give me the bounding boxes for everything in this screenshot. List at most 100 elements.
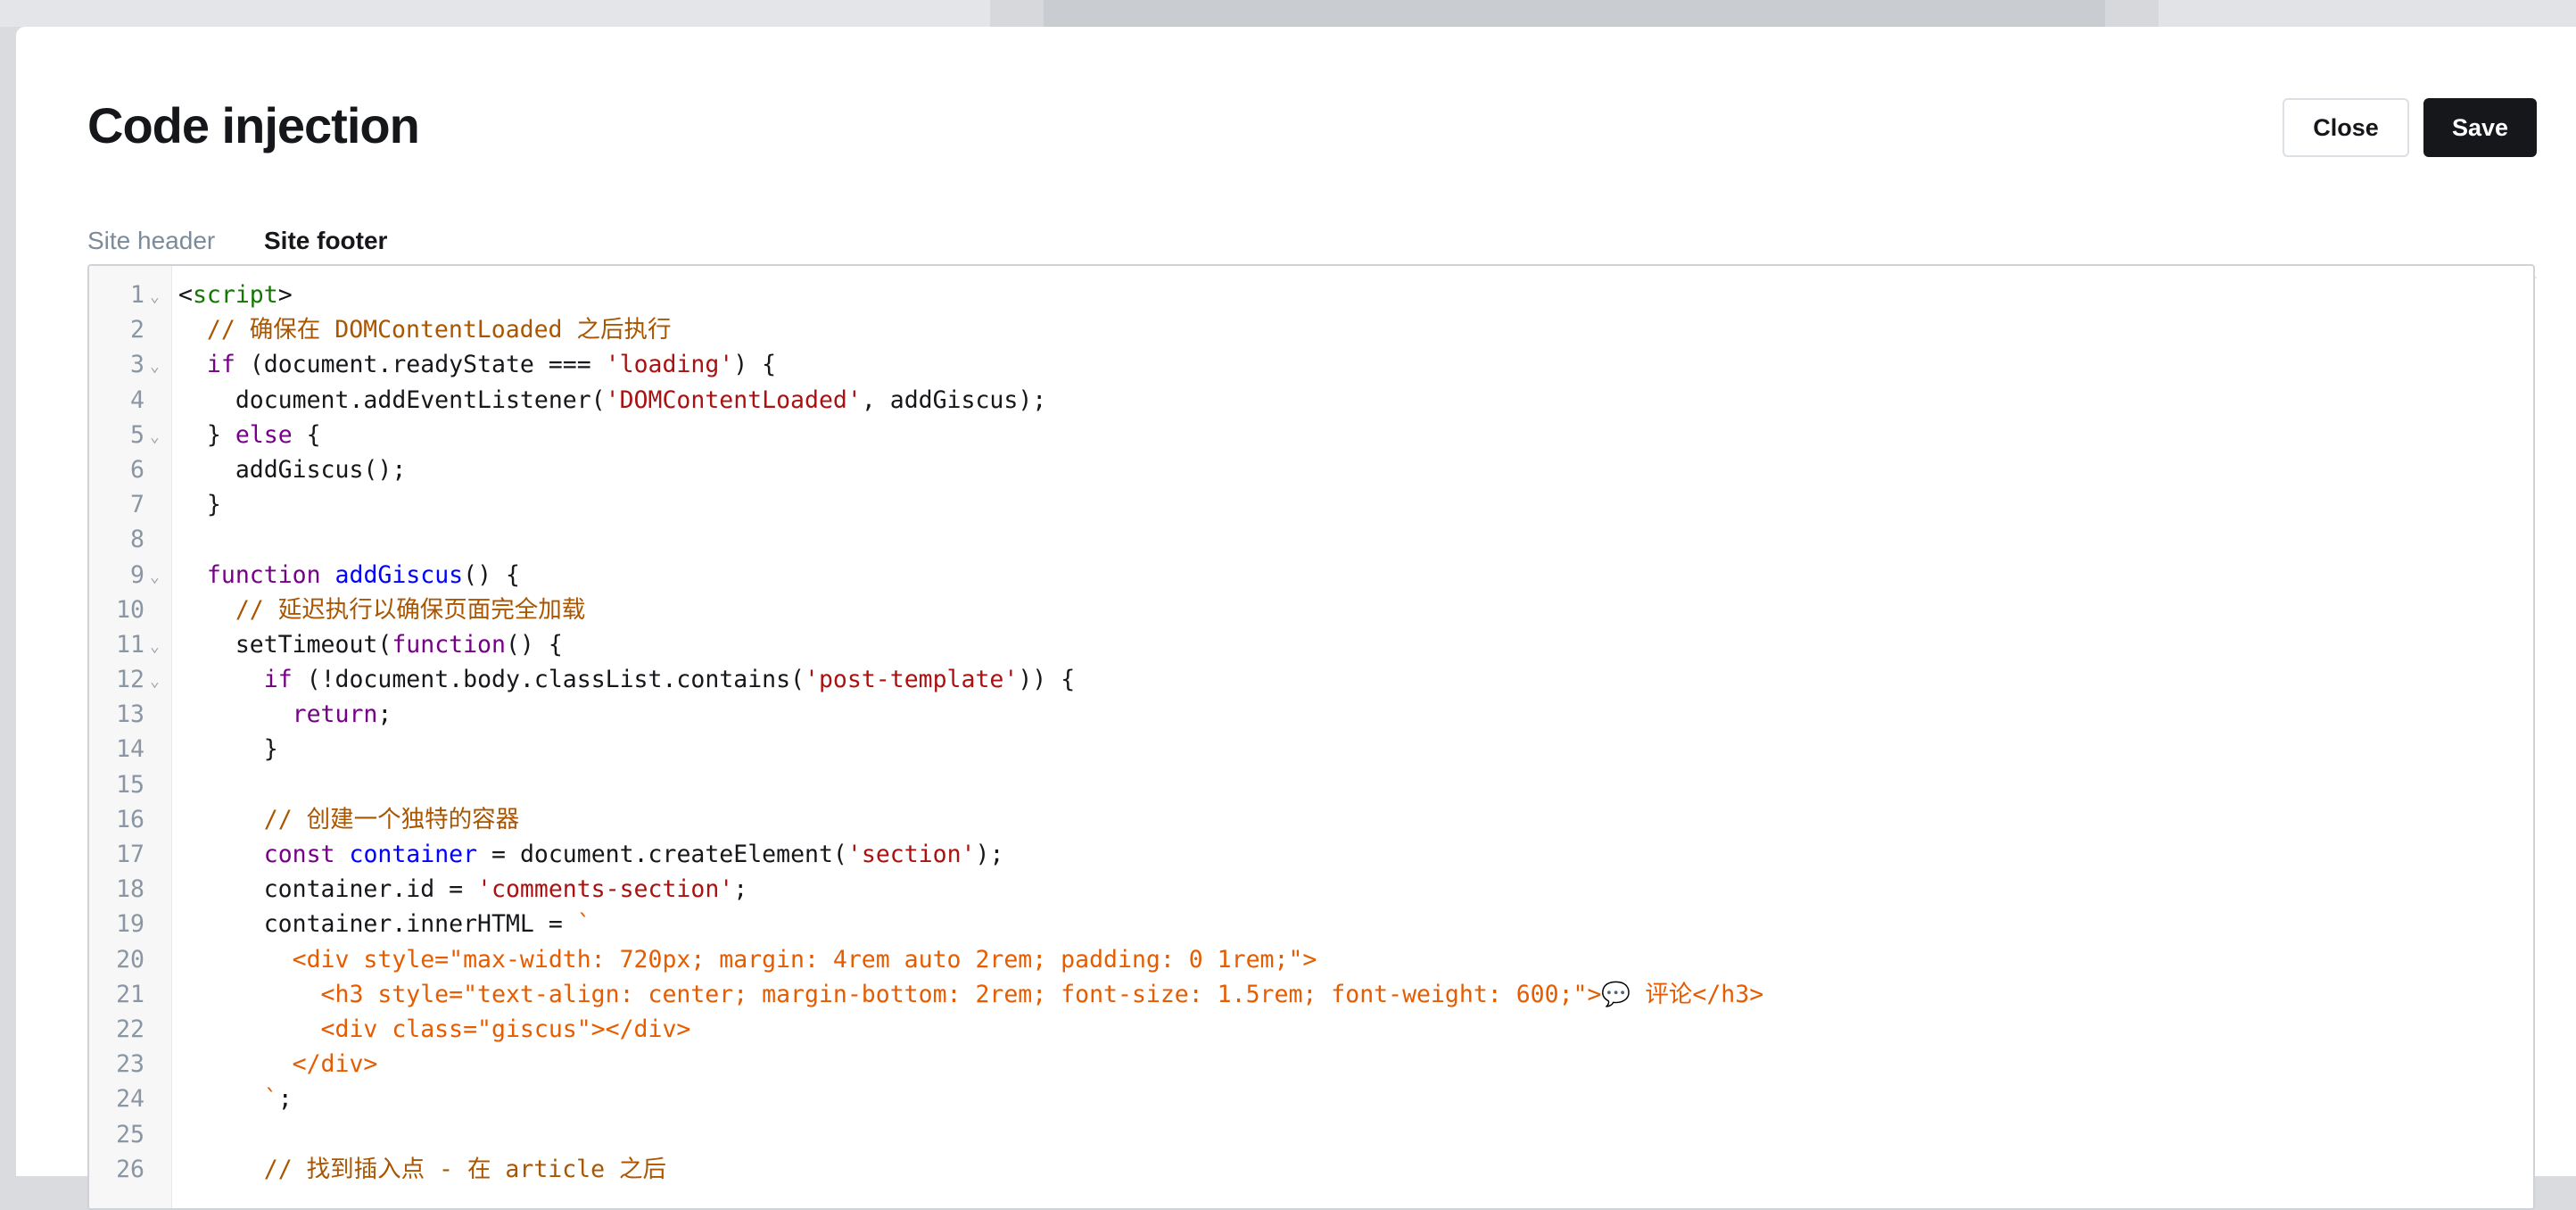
code-token: }: [178, 491, 221, 519]
backdrop-panel: [0, 0, 990, 27]
code-token: ;: [277, 1085, 293, 1114]
code-token: if: [263, 666, 293, 694]
line-number: 14: [116, 735, 144, 764]
code-line: 11 ⌄ setTimeout(function() {: [89, 627, 2533, 662]
code-text: if (document.readyState === 'loading') {: [178, 347, 776, 382]
code-token: `: [576, 910, 591, 939]
code-token: `: [178, 1085, 278, 1114]
code-line: 19 container.innerHTML = `: [89, 907, 2533, 941]
line-number: 8: [130, 526, 144, 554]
code-token: setTimeout(: [178, 630, 392, 659]
code-token: <: [178, 281, 193, 309]
code-line: 1 ⌄ <script>: [89, 278, 2533, 312]
code-token: >: [277, 281, 293, 309]
code-token: (!document.body.classList.contains(: [292, 666, 805, 694]
fold-chevron-icon[interactable]: ⌄: [150, 349, 160, 384]
code-line: 21 <h3 style="text-align: center; margin…: [89, 977, 2533, 1012]
code-line: 6 addGiscus();: [89, 452, 2533, 487]
code-text: <div style="max-width: 720px; margin: 4r…: [178, 942, 1317, 977]
code-text: if (!document.body.classList.contains('p…: [178, 662, 1075, 697]
code-token: container.innerHTML =: [178, 910, 577, 939]
code-line: 7 }: [89, 487, 2533, 522]
line-number: 7: [130, 491, 144, 519]
code-text: document.addEventListener('DOMContentLoa…: [178, 383, 1046, 418]
line-number: 13: [116, 700, 144, 729]
code-text: `;: [178, 1082, 293, 1116]
code-text: <script>: [178, 278, 293, 312]
code-text: setTimeout(function() {: [178, 627, 563, 662]
code-token: <div style="max-width: 720px; margin: 4r…: [178, 945, 1317, 974]
code-line: 17 const container = document.createElem…: [89, 837, 2533, 872]
code-token: ) {: [733, 351, 777, 379]
code-text: // 确保在 DOMContentLoaded 之后执行: [178, 312, 672, 347]
line-number: 1: [130, 281, 144, 309]
backdrop-panel: [1044, 0, 2105, 27]
code-line: 23 </div>: [89, 1047, 2533, 1082]
code-token: = document.createElement(: [477, 841, 847, 868]
line-number: 3: [130, 351, 144, 379]
code-text: const container = document.createElement…: [178, 837, 1004, 872]
code-line: 12 ⌄ if (!document.body.classList.contain…: [89, 662, 2533, 697]
code-token: , addGiscus);: [861, 385, 1047, 414]
line-number: 21: [116, 980, 144, 1008]
backdrop-panel: [2159, 0, 2576, 27]
code-token: function: [392, 630, 506, 659]
line-number: 25: [116, 1120, 144, 1148]
line-number: 11: [116, 630, 144, 659]
code-line: 2 // 确保在 DOMContentLoaded 之后执行: [89, 312, 2533, 347]
fold-chevron-icon[interactable]: ⌄: [150, 419, 160, 454]
code-token: // 找到插入点 - 在 article 之后: [263, 1155, 667, 1183]
code-text: }: [178, 732, 278, 767]
line-number: 6: [130, 455, 144, 484]
code-line: 3 ⌄ if (document.readyState === 'loading'…: [89, 347, 2533, 382]
code-text: // 创建一个独特的容器: [178, 802, 519, 837]
code-token: (document.readyState ===: [235, 351, 606, 379]
line-number: 2: [130, 316, 144, 344]
code-line: 22 <div class="giscus"></div>: [89, 1012, 2533, 1047]
code-editor[interactable]: 1 ⌄ <script> 2 // 确保在 DOMContentLoaded 之后执行…: [87, 264, 2535, 1210]
line-number: 10: [116, 595, 144, 624]
code-token: else: [235, 420, 293, 449]
code-lines: 1 ⌄ <script> 2 // 确保在 DOMContentLoaded 之后执行…: [89, 278, 2533, 1187]
code-token: {: [292, 420, 321, 449]
code-line: 18 container.id = 'comments-section';: [89, 872, 2533, 907]
code-token: );: [975, 841, 1004, 868]
line-number: 26: [116, 1155, 144, 1183]
code-token: 'post-template': [805, 666, 1019, 694]
code-text: </div>: [178, 1047, 378, 1082]
code-token: // 创建一个独特的容器: [263, 805, 520, 833]
code-text: } else {: [178, 418, 321, 452]
line-number: 24: [116, 1085, 144, 1114]
line-number: 19: [116, 910, 144, 939]
code-text: function addGiscus() {: [178, 558, 520, 593]
code-line: 4 document.addEventListener('DOMContentL…: [89, 383, 2533, 418]
fold-chevron-icon[interactable]: ⌄: [150, 559, 160, 594]
code-line: 9 ⌄ function addGiscus() {: [89, 558, 2533, 593]
save-button[interactable]: Save: [2423, 98, 2537, 157]
code-token: () {: [463, 560, 520, 589]
code-token: script: [192, 281, 278, 309]
close-button[interactable]: Close: [2283, 98, 2409, 157]
code-token: return: [292, 700, 378, 729]
code-token: addGiscus();: [178, 455, 407, 484]
code-token: <h3 style="text-align: center; margin-bo…: [178, 980, 1764, 1008]
modal-title: Code injection: [87, 97, 420, 153]
line-number: 22: [116, 1015, 144, 1043]
code-text: // 找到插入点 - 在 article 之后: [178, 1152, 666, 1187]
fold-chevron-icon[interactable]: ⌄: [150, 664, 160, 699]
fold-chevron-icon[interactable]: ⌄: [150, 629, 160, 664]
code-injection-modal: Code injection Close Save Site header Si…: [16, 27, 2576, 1210]
code-token: container.id =: [178, 875, 478, 904]
code-token: ;: [377, 700, 392, 729]
fold-chevron-icon[interactable]: ⌄: [150, 279, 160, 314]
code-token: <div class="giscus"></div>: [178, 1015, 691, 1043]
